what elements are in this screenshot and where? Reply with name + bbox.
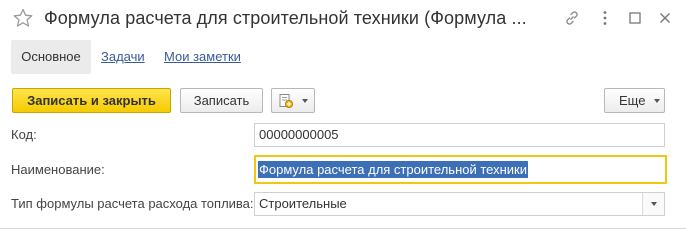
- save-and-close-button[interactable]: Записать и закрыть: [12, 88, 171, 113]
- tab-my-notes[interactable]: Мои заметки: [164, 40, 241, 74]
- tab-main[interactable]: Основное: [11, 40, 91, 74]
- more-button-label: Еще: [619, 93, 646, 108]
- tab-tasks[interactable]: Задачи: [101, 40, 145, 74]
- code-label: Код:: [11, 127, 37, 142]
- window-title: Формула расчета для строительной техники…: [44, 8, 527, 28]
- form-window: Формула расчета для строительной техники…: [0, 0, 686, 229]
- maximize-icon[interactable]: [626, 9, 644, 27]
- save-button[interactable]: Записать: [180, 88, 263, 113]
- chevron-down-icon: [654, 99, 660, 103]
- chevron-down-icon: [651, 202, 657, 206]
- dropdown-button[interactable]: [642, 193, 664, 215]
- name-field-value: Формула расчета для строительной техники: [258, 161, 528, 178]
- more-button[interactable]: Еще: [604, 88, 665, 113]
- link-icon[interactable]: [563, 9, 581, 27]
- more-icon[interactable]: [596, 9, 614, 27]
- report-icon: [279, 94, 293, 108]
- chevron-down-icon: [302, 99, 308, 103]
- code-field[interactable]: 00000000005: [254, 123, 665, 147]
- name-label: Наименование:: [11, 162, 105, 177]
- fuel-formula-type-label: Тип формулы расчета расхода топлива:: [11, 196, 254, 211]
- fuel-formula-type-value: Строительные: [259, 196, 347, 211]
- fuel-formula-type-select[interactable]: Строительные: [254, 192, 665, 216]
- star-icon[interactable]: [13, 8, 33, 28]
- title-bar: Формула расчета для строительной техники…: [0, 0, 686, 38]
- report-menu-button[interactable]: [271, 88, 315, 113]
- close-icon[interactable]: [656, 9, 674, 27]
- name-field[interactable]: Формула расчета для строительной техники: [254, 155, 667, 184]
